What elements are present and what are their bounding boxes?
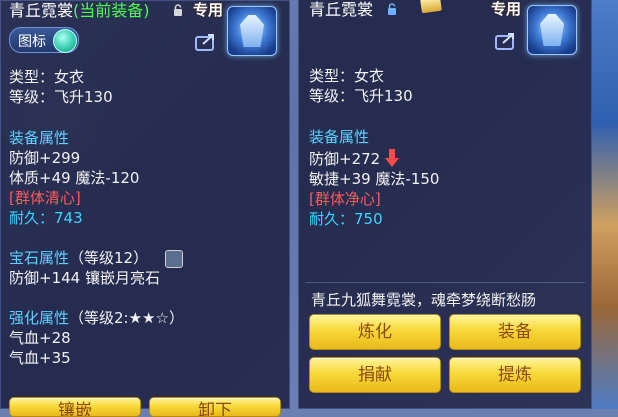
divider (305, 282, 585, 283)
attr-line-2: 体质+49 魔法-120 (9, 169, 140, 187)
attr-header: 装备属性 (309, 128, 370, 146)
item-level: 等级：飞升130 (309, 87, 413, 105)
gem-header-row: 宝石属性（等级12） (9, 249, 148, 268)
share-icon[interactable] (195, 31, 219, 51)
item-name: 青丘霓裳 (309, 0, 374, 19)
attr-header: 装备属性 (9, 129, 70, 147)
item-name: 青丘霓裳 (9, 1, 74, 20)
compare-equipment-tooltip: 青丘霓裳 专用 类型：女衣 等级：飞升130 装备属性 防御+272 敏捷+39… (298, 0, 592, 409)
equip-button[interactable]: 装备 (449, 314, 581, 350)
enhance-header-row: 强化属性（等级2:★★☆） (9, 309, 184, 328)
share-icon[interactable] (495, 30, 519, 50)
extract-button[interactable]: 提炼 (449, 357, 581, 393)
gem-level: （等级12） (69, 249, 149, 267)
toggle-knob-icon (53, 29, 77, 53)
gem-header: 宝石属性 (9, 249, 70, 267)
toggle-label: 图标 (18, 34, 46, 50)
down-arrow-icon (385, 149, 399, 167)
lock-icon (388, 3, 396, 15)
attr-line-1: 防御+299 (9, 149, 81, 167)
bind-stamp-icon (420, 0, 442, 14)
icon-toggle[interactable]: 图标 (9, 27, 79, 53)
current-equipped-label: (当前装备) (73, 1, 150, 20)
exclusive-tag: 专用 (193, 1, 224, 19)
item-description: 青丘九狐舞霓裳，魂牵梦绕断愁肠 (311, 291, 537, 309)
enhance-line-2: 气血+35 (9, 349, 71, 367)
durability-label: 耐久： (9, 209, 55, 227)
exclusive-tag: 专用 (491, 0, 522, 18)
current-equipment-tooltip: 青丘霓裳(当前装备) 专用 图标 类型：女衣 等级：飞升130 装备属性 防御+… (0, 0, 290, 417)
refine-button[interactable]: 炼化 (309, 314, 441, 350)
item-type: 类型：女衣 (309, 67, 385, 85)
gem-icon (165, 250, 183, 268)
durability: 耐久：750 (309, 210, 383, 229)
enhance-header: 强化属性 (9, 309, 70, 327)
enhance-line-1: 气血+28 (9, 329, 71, 347)
item-level: 等级：飞升130 (9, 88, 113, 106)
special-skill: [群体净心] (309, 190, 381, 208)
inventory-edge-strip (592, 0, 618, 409)
donate-button[interactable]: 捐献 (309, 357, 441, 393)
enhance-level: （等级2:★★☆） (69, 309, 184, 327)
lock-icon (174, 4, 182, 16)
durability: 耐久：743 (9, 209, 83, 228)
special-skill: [群体清心] (9, 189, 81, 207)
item-title: 青丘霓裳(当前装备) (9, 1, 150, 20)
attr-line-1: 防御+272 (309, 150, 381, 168)
durability-value: 743 (54, 209, 83, 227)
unequip-button[interactable]: 卸下 (149, 397, 281, 417)
inlay-button[interactable]: 镶嵌 (9, 397, 141, 417)
gem-line: 防御+144 镶嵌月亮石 (9, 269, 160, 287)
durability-value: 750 (354, 210, 383, 228)
equipment-robe-icon (227, 6, 277, 56)
durability-label: 耐久： (309, 210, 355, 228)
equipment-robe-icon (527, 5, 577, 55)
attr-line-2: 敏捷+39 魔法-150 (309, 170, 440, 188)
item-type: 类型：女衣 (9, 68, 85, 86)
